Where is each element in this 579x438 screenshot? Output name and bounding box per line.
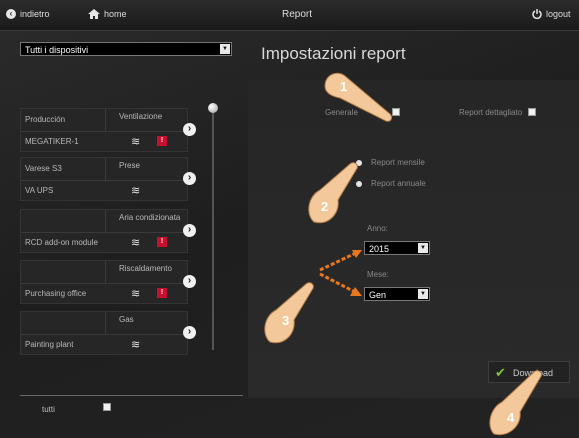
monthly-label: Report mensile <box>371 158 425 167</box>
divider <box>21 334 187 335</box>
back-circle-icon: ‹ <box>6 9 16 19</box>
chevron-right-icon[interactable]: › <box>183 275 196 288</box>
divider <box>105 261 106 283</box>
divider <box>21 283 187 284</box>
year-value: 2015 <box>369 244 390 254</box>
device-name: RCD add-on module <box>25 238 98 247</box>
chevron-down-icon: ▼ <box>418 243 428 253</box>
hand-pointer-icon <box>308 162 358 224</box>
device-location: Varese S3 <box>25 164 62 173</box>
wifi-icon: ≋ <box>131 237 141 249</box>
select-all-label: tutti <box>42 405 55 414</box>
alert-icon: ! <box>157 136 167 146</box>
report-settings-panel <box>248 80 579 398</box>
device-category: Prese <box>119 161 140 170</box>
alert-icon: ! <box>157 288 167 298</box>
report-heading: Impostazioni report <box>261 44 406 63</box>
device-card[interactable]: Varese S3 Prese VA UPS ≋ <box>20 157 188 201</box>
device-card[interactable]: Aria condizionata RCD add-on module ≋ ! <box>20 209 188 253</box>
divider <box>21 232 187 233</box>
callout-number: 1 <box>340 79 348 94</box>
device-card[interactable]: Producción Ventilazione MEGATIKER-1 ≋ ! <box>20 108 188 152</box>
month-label: Mese: <box>367 270 389 279</box>
alert-icon: ! <box>157 237 167 247</box>
detailed-label: Report dettagliato <box>459 108 523 117</box>
device-card[interactable]: Gas Painting plant ≋ <box>20 311 188 355</box>
home-label: home <box>104 9 127 19</box>
hand-pointer-icon <box>489 370 542 436</box>
divider <box>21 131 187 132</box>
logout-button[interactable]: logout <box>532 9 571 19</box>
callout-number: 2 <box>321 199 329 214</box>
device-filter-select[interactable]: Tutti i dispositivi ▼ <box>20 42 232 56</box>
logout-label: logout <box>546 9 571 19</box>
detailed-checkbox[interactable] <box>528 108 536 116</box>
divider <box>105 210 106 232</box>
device-category: Riscaldamento <box>119 264 172 273</box>
device-category: Ventilazione <box>119 112 163 121</box>
wifi-icon: ≋ <box>131 185 141 197</box>
divider <box>21 180 187 181</box>
device-filter-value: Tutti i dispositivi <box>25 45 89 55</box>
page-title: Report <box>282 9 313 20</box>
chevron-right-icon[interactable]: › <box>183 123 196 136</box>
device-name: Purchasing office <box>25 289 87 298</box>
divider <box>105 158 106 180</box>
annual-label: Report annuale <box>371 179 426 188</box>
month-select[interactable]: Gen ▼ <box>364 287 430 301</box>
divider <box>20 395 243 396</box>
device-card[interactable]: Riscaldamento Purchasing office ≋ ! <box>20 260 188 304</box>
power-icon <box>532 9 542 19</box>
device-category: Aria condizionata <box>119 213 181 222</box>
year-label: Anno: <box>367 224 388 233</box>
callout-number: 3 <box>282 313 290 328</box>
wifi-icon: ≋ <box>131 136 141 148</box>
chevron-right-icon[interactable]: › <box>183 172 196 185</box>
wifi-icon: ≋ <box>131 288 141 300</box>
home-button[interactable]: home <box>88 9 127 19</box>
month-value: Gen <box>369 290 387 300</box>
divider <box>105 312 106 334</box>
home-icon <box>88 9 100 19</box>
back-button[interactable]: ‹ indietro <box>6 9 50 19</box>
chevron-down-icon: ▼ <box>220 44 230 54</box>
device-location: Producción <box>25 115 66 124</box>
scrollbar-track[interactable] <box>212 110 214 350</box>
wifi-icon: ≋ <box>131 339 141 351</box>
device-name: MEGATIKER-1 <box>25 137 79 146</box>
divider <box>105 109 106 131</box>
chevron-right-icon[interactable]: › <box>183 224 196 237</box>
device-name: Painting plant <box>25 340 74 349</box>
year-select[interactable]: 2015 ▼ <box>364 241 430 255</box>
device-name: VA UPS <box>25 186 54 195</box>
scrollbar-handle[interactable] <box>208 103 218 113</box>
hand-pointer-icon <box>324 72 393 122</box>
device-category: Gas <box>119 315 134 324</box>
top-bar: ‹ indietro home Report logout <box>0 0 579 31</box>
back-label: indietro <box>20 9 50 19</box>
callout-number: 4 <box>507 410 515 425</box>
chevron-right-icon[interactable]: › <box>183 326 196 339</box>
chevron-down-icon: ▼ <box>418 289 428 299</box>
select-all-checkbox[interactable] <box>103 403 111 411</box>
